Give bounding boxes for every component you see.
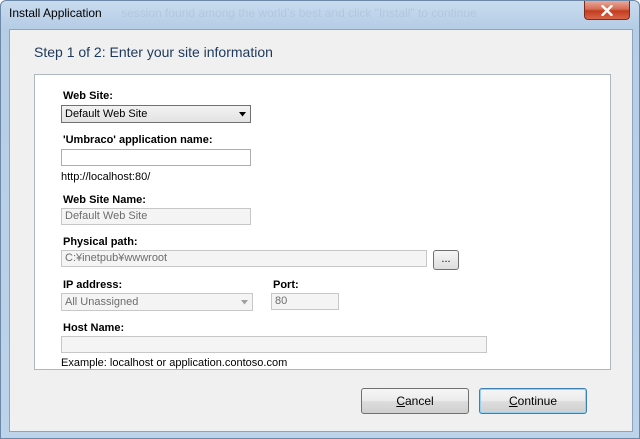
close-icon <box>601 4 613 16</box>
title-bar[interactable]: Install Application session found among … <box>1 1 640 29</box>
port-label: Port: <box>273 279 299 291</box>
physical-path-label: Physical path: <box>63 236 138 248</box>
ip-address-label: IP address: <box>63 279 123 291</box>
site-name-field: Default Web Site <box>61 208 251 225</box>
physical-path-field: C:¥inetpub¥wwwroot <box>61 250 427 267</box>
cancel-button[interactable]: Cancel <box>361 388 469 414</box>
title-background-text: session found among the world's best and… <box>121 6 477 20</box>
ip-address-select-value: All Unassigned <box>65 296 139 308</box>
continue-mnemonic: C <box>508 394 518 408</box>
continue-button[interactable]: Continue <box>479 388 587 414</box>
window-title: Install Application <box>9 6 102 20</box>
site-info-panel: Web Site: Default Web Site 'Umbraco' app… <box>34 74 611 370</box>
host-name-field <box>61 336 487 353</box>
port-field: 80 <box>271 293 339 310</box>
cancel-label: ancel <box>404 394 434 408</box>
install-application-window: Install Application session found among … <box>0 0 640 439</box>
web-site-select[interactable]: Default Web Site <box>61 105 251 123</box>
cancel-mnemonic: C <box>396 394 405 408</box>
dropdown-arrow-icon <box>241 300 248 305</box>
url-preview: http://localhost:80/ <box>61 171 151 183</box>
host-name-label: Host Name: <box>63 322 125 334</box>
site-name-label: Web Site Name: <box>63 194 146 206</box>
web-site-select-value: Default Web Site <box>65 108 148 120</box>
web-site-label: Web Site: <box>63 90 113 102</box>
app-name-input[interactable] <box>61 149 251 166</box>
dropdown-arrow-icon <box>239 112 246 117</box>
host-name-example: Example: localhost or application.contos… <box>61 357 288 369</box>
continue-label: ontinue <box>517 394 558 408</box>
ip-address-select: All Unassigned <box>61 293 253 311</box>
dialog-body: Step 1 of 2: Enter your site information… <box>9 29 633 432</box>
step-title: Step 1 of 2: Enter your site information <box>34 44 273 60</box>
close-button[interactable] <box>584 1 630 20</box>
browse-button[interactable]: ... <box>433 250 459 270</box>
app-name-label: 'Umbraco' application name: <box>63 134 213 146</box>
